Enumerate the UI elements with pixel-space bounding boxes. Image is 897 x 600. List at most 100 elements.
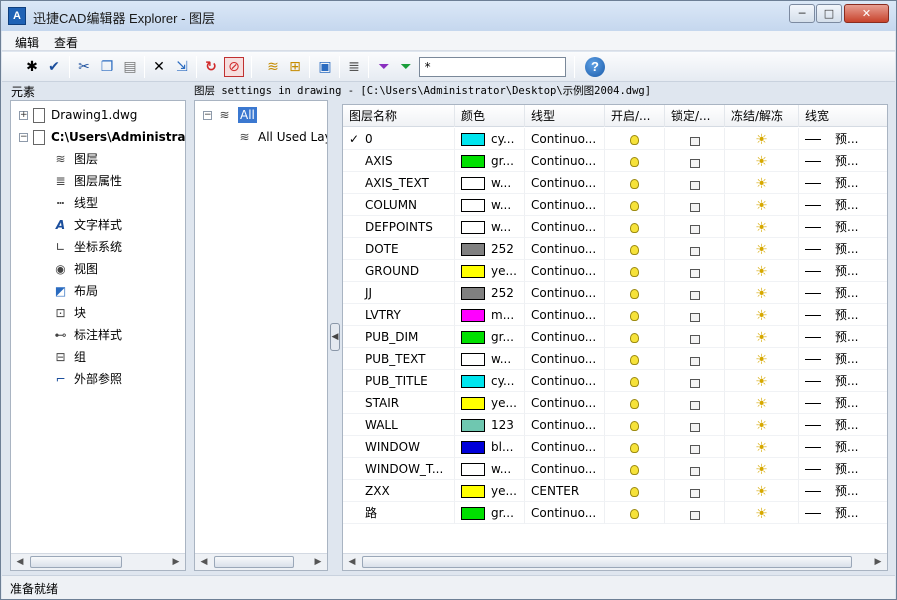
lock-cell[interactable] [665, 172, 725, 194]
layer-name-cell[interactable]: DOTE [343, 238, 455, 260]
linetype-cell[interactable]: Continuo... [525, 458, 605, 480]
expand-toggle[interactable]: + [19, 111, 28, 120]
color-cell[interactable]: 252 [455, 282, 525, 304]
color-cell[interactable]: 252 [455, 238, 525, 260]
color-cell[interactable]: ye... [455, 480, 525, 502]
tree-item-dim-styles[interactable]: ⊷ 标注样式 [53, 325, 123, 345]
table-row[interactable]: WINDOW_T... w... Continuo... ☀ 预... [343, 458, 887, 480]
lineweight-cell[interactable]: 预... [799, 128, 887, 150]
color-cell[interactable]: ye... [455, 392, 525, 414]
lock-cell[interactable] [665, 326, 725, 348]
linetype-cell[interactable]: Continuo... [525, 194, 605, 216]
table-row[interactable]: PUB_DIM gr... Continuo... ☀ 预... [343, 326, 887, 348]
paste-icon[interactable]: ▤ [120, 57, 140, 77]
filter-item-all[interactable]: ≋ All [217, 105, 257, 125]
color-cell[interactable]: w... [455, 348, 525, 370]
layer-name-cell[interactable]: AXIS [343, 150, 455, 172]
table-row[interactable]: WINDOW bl... Continuo... ☀ 预... [343, 436, 887, 458]
filter-green-icon[interactable]: ⏷ [396, 57, 416, 77]
color-cell[interactable]: bl... [455, 436, 525, 458]
tree-item-ucs[interactable]: ∟ 坐标系统 [53, 237, 122, 257]
layer-name-cell[interactable]: GROUND [343, 260, 455, 282]
lineweight-cell[interactable]: 预... [799, 304, 887, 326]
lineweight-cell[interactable]: 预... [799, 238, 887, 260]
layer-name-cell[interactable]: DEFPOINTS [343, 216, 455, 238]
on-off-cell[interactable] [605, 238, 665, 260]
scroll-left-arrow-icon[interactable]: ◀ [345, 556, 359, 568]
column-header-on-off[interactable]: 开启/... [605, 105, 665, 127]
lineweight-cell[interactable]: 预... [799, 150, 887, 172]
color-cell[interactable]: 123 [455, 414, 525, 436]
delete-icon[interactable]: ✕ [149, 57, 169, 77]
lock-cell[interactable] [665, 348, 725, 370]
table-row[interactable]: DEFPOINTS w... Continuo... ☀ 预... [343, 216, 887, 238]
linetype-cell[interactable]: Continuo... [525, 414, 605, 436]
lock-cell[interactable] [665, 370, 725, 392]
table-row[interactable]: PUB_TITLE cy... Continuo... ☀ 预... [343, 370, 887, 392]
linetype-cell[interactable]: Continuo... [525, 172, 605, 194]
scroll-right-arrow-icon[interactable]: ▶ [871, 556, 885, 568]
maximize-button[interactable]: □ [816, 4, 842, 23]
column-header-linetype[interactable]: 线型 [525, 105, 605, 127]
table-row[interactable]: 路 gr... Continuo... ☀ 预... [343, 502, 887, 524]
close-button[interactable]: ✕ [844, 4, 889, 23]
freeze-cell[interactable]: ☀ [725, 436, 799, 458]
lineweight-cell[interactable]: 预... [799, 502, 887, 524]
on-off-cell[interactable] [605, 502, 665, 524]
on-off-cell[interactable] [605, 304, 665, 326]
left-horizontal-scrollbar[interactable]: ◀ ▶ [11, 553, 185, 570]
table-row[interactable]: DOTE 252 Continuo... ☀ 预... [343, 238, 887, 260]
lineweight-cell[interactable]: 预... [799, 414, 887, 436]
table-row[interactable]: GROUND ye... Continuo... ☀ 预... [343, 260, 887, 282]
linetype-cell[interactable]: Continuo... [525, 326, 605, 348]
table-row[interactable]: AXIS_TEXT w... Continuo... ☀ 预... [343, 172, 887, 194]
freeze-cell[interactable]: ☀ [725, 194, 799, 216]
freeze-cell[interactable]: ☀ [725, 502, 799, 524]
lock-cell[interactable] [665, 304, 725, 326]
freeze-cell[interactable]: ☀ [725, 480, 799, 502]
on-off-cell[interactable] [605, 194, 665, 216]
mid-horizontal-scrollbar[interactable]: ◀ ▶ [195, 553, 327, 570]
lineweight-cell[interactable]: 预... [799, 458, 887, 480]
tree-item-groups[interactable]: ⊟ 组 [53, 347, 86, 367]
lock-cell[interactable] [665, 150, 725, 172]
linetype-cell[interactable]: Continuo... [525, 392, 605, 414]
lock-cell[interactable] [665, 260, 725, 282]
linetype-cell[interactable]: Continuo... [525, 260, 605, 282]
lineweight-cell[interactable]: 预... [799, 326, 887, 348]
color-cell[interactable]: gr... [455, 502, 525, 524]
table-row[interactable]: ZXX ye... CENTER ☀ 预... [343, 480, 887, 502]
lock-cell[interactable] [665, 458, 725, 480]
lineweight-cell[interactable]: 预... [799, 392, 887, 414]
scroll-right-arrow-icon[interactable]: ▶ [311, 556, 325, 568]
cut-icon[interactable]: ✂ [74, 57, 94, 77]
layer-filter-icon[interactable]: ⊞ [285, 57, 305, 77]
new-icon[interactable]: ✱ [22, 57, 42, 77]
color-cell[interactable]: gr... [455, 150, 525, 172]
column-header-lineweight[interactable]: 线宽 [799, 105, 887, 127]
layer-name-cell[interactable]: PUB_TEXT [343, 348, 455, 370]
freeze-cell[interactable]: ☀ [725, 260, 799, 282]
freeze-cell[interactable]: ☀ [725, 370, 799, 392]
freeze-cell[interactable]: ☀ [725, 282, 799, 304]
linetype-cell[interactable]: Continuo... [525, 128, 605, 150]
table-row[interactable]: AXIS gr... Continuo... ☀ 预... [343, 150, 887, 172]
color-cell[interactable]: w... [455, 458, 525, 480]
table-row[interactable]: JJ 252 Continuo... ☀ 预... [343, 282, 887, 304]
minimize-button[interactable]: ─ [789, 4, 815, 23]
tree-item-text-styles[interactable]: A 文字样式 [53, 215, 122, 235]
layer-new-icon[interactable]: ≋ [263, 57, 283, 77]
table-row[interactable]: STAIR ye... Continuo... ☀ 预... [343, 392, 887, 414]
linetype-cell[interactable]: Continuo... [525, 502, 605, 524]
on-off-cell[interactable] [605, 392, 665, 414]
color-cell[interactable]: m... [455, 304, 525, 326]
layer-name-cell[interactable]: WINDOW [343, 436, 455, 458]
copy-icon[interactable]: ❐ [97, 57, 117, 77]
scroll-left-arrow-icon[interactable]: ◀ [197, 556, 211, 568]
on-off-cell[interactable] [605, 458, 665, 480]
tree-item-layer-properties[interactable]: ≣ 图层属性 [53, 171, 122, 191]
layer-name-cell[interactable]: COLUMN [343, 194, 455, 216]
lock-cell[interactable] [665, 436, 725, 458]
linetype-cell[interactable]: Continuo... [525, 370, 605, 392]
linetype-cell[interactable]: Continuo... [525, 238, 605, 260]
